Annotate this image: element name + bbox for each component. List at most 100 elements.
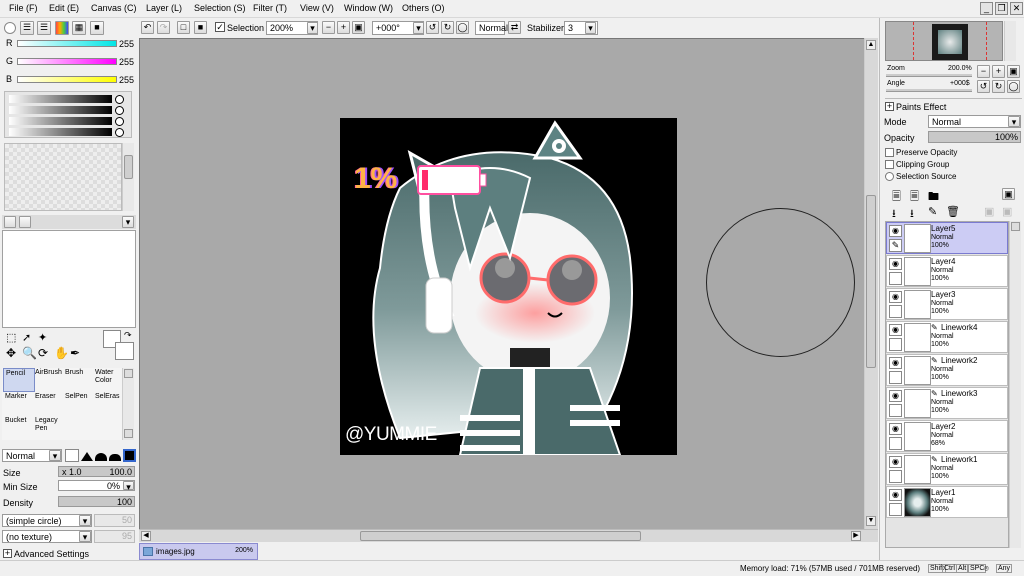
- tool-airbrush[interactable]: AirBrush: [33, 368, 65, 392]
- color-swatches[interactable]: [4, 143, 122, 211]
- redo-icon[interactable]: ↷: [157, 21, 170, 34]
- nav-zoom-in-icon[interactable]: +: [992, 65, 1005, 78]
- chevron-down-icon[interactable]: ▾: [49, 450, 61, 461]
- layer-row[interactable]: ◉ Layer3 Normal 100%: [886, 288, 1008, 320]
- delete-layer-icon[interactable]: 🗑: [946, 205, 960, 218]
- scroll-down-arrow-icon[interactable]: ▼: [866, 516, 876, 526]
- swatches-scrollbar[interactable]: [122, 143, 134, 211]
- toggle-circle-icon[interactable]: [115, 117, 124, 126]
- shape-flat-icon[interactable]: [65, 449, 79, 462]
- scratchpad-icon[interactable]: ■: [90, 21, 104, 35]
- chevron-down-icon[interactable]: ▾: [307, 22, 318, 34]
- tool-watercolor[interactable]: Water Color: [93, 368, 121, 392]
- b-slider[interactable]: [17, 76, 117, 83]
- swatches-icon[interactable]: ▦: [72, 21, 86, 35]
- opacity-bar-1[interactable]: [9, 95, 112, 103]
- layer-lock-checkbox[interactable]: [889, 272, 902, 285]
- layer-row[interactable]: ◉ Layer4 Normal 100%: [886, 255, 1008, 287]
- tool-pencil[interactable]: Pencil: [3, 368, 35, 392]
- canvas-vscrollbar[interactable]: ▲ ▼: [864, 38, 878, 529]
- selection-source-radio[interactable]: [885, 172, 894, 181]
- canvas-hscrollbar[interactable]: ◀ ▶: [139, 529, 878, 542]
- layer-row[interactable]: ◉ Layer2 Normal 68%: [886, 420, 1008, 452]
- hand-icon[interactable]: ✋: [54, 346, 69, 360]
- eye-icon[interactable]: ◉: [889, 324, 902, 336]
- palette-remove-icon[interactable]: [19, 216, 31, 228]
- color-mix-icon[interactable]: [55, 21, 69, 35]
- expand-icon[interactable]: +: [885, 102, 894, 111]
- undo-icon[interactable]: ↶: [141, 21, 154, 34]
- menu-file[interactable]: File (F): [9, 3, 38, 13]
- navigator-scrollbar[interactable]: [1004, 21, 1016, 61]
- layer-lock-checkbox[interactable]: [889, 305, 902, 318]
- tools-scrollbar[interactable]: [122, 368, 134, 440]
- document-tab[interactable]: images.jpg 200%: [139, 543, 258, 560]
- deselect-icon[interactable]: □: [177, 21, 190, 34]
- scroll-right-arrow-icon[interactable]: ▶: [851, 531, 861, 541]
- nav-rotate-left-icon[interactable]: ↺: [977, 80, 990, 93]
- advanced-settings-link[interactable]: Advanced Settings: [14, 549, 89, 559]
- layer-row[interactable]: ◉ ✎ Layer5 Normal 100%: [886, 222, 1008, 254]
- shape-sharp-icon[interactable]: [81, 452, 93, 461]
- menu-edit[interactable]: Edit (E): [49, 3, 79, 13]
- min-size-slider[interactable]: 0% ▾: [58, 480, 135, 492]
- layer-lock-checkbox[interactable]: [889, 338, 902, 351]
- layer-row[interactable]: ✎ ◉ Linework4 Normal 100%: [886, 321, 1008, 353]
- color-wheel-icon[interactable]: [4, 22, 16, 34]
- menu-canvas[interactable]: Canvas (C): [91, 3, 137, 13]
- preserve-opacity-checkbox[interactable]: [885, 148, 894, 157]
- hsv-slider-icon[interactable]: ☰: [37, 21, 51, 35]
- nav-zoom-out-icon[interactable]: −: [977, 65, 990, 78]
- layer-lock-checkbox[interactable]: [889, 503, 902, 516]
- clear-layer-icon[interactable]: ✎: [928, 205, 937, 218]
- eye-icon[interactable]: ◉: [889, 258, 902, 270]
- tool-marker[interactable]: Marker: [3, 392, 35, 416]
- rotate-right-icon[interactable]: ↻: [441, 21, 454, 34]
- layer-opacity-slider[interactable]: 100%: [928, 131, 1021, 143]
- rect-select-icon[interactable]: ⬚: [6, 331, 16, 344]
- lasso-icon[interactable]: ➚: [22, 331, 31, 344]
- scroll-thumb[interactable]: [360, 531, 641, 541]
- layer-lock-checkbox[interactable]: [889, 404, 902, 417]
- tool-selpen[interactable]: SelPen: [63, 392, 95, 416]
- eye-icon[interactable]: ◉: [889, 357, 902, 369]
- density-slider[interactable]: 100: [58, 496, 135, 507]
- scroll-down-arrow-icon[interactable]: [124, 429, 133, 438]
- menu-selection[interactable]: Selection (S): [194, 3, 246, 13]
- eye-icon[interactable]: ◉: [889, 456, 902, 468]
- tool-seleras[interactable]: SelEras: [93, 392, 121, 416]
- eye-icon[interactable]: ◉: [889, 489, 902, 501]
- eye-icon[interactable]: ◉: [889, 390, 902, 402]
- canvas-viewport[interactable]: 1% @YUMMIE: [139, 38, 864, 529]
- zoom-reset-icon[interactable]: ▣: [352, 21, 365, 34]
- nav-angle-slider[interactable]: [886, 89, 972, 92]
- nav-rotate-reset-icon[interactable]: ◯: [1007, 80, 1020, 93]
- shape-round-icon[interactable]: [95, 453, 107, 461]
- size-slider[interactable]: x 1.0 100.0: [58, 466, 135, 477]
- toggle-circle-icon[interactable]: [115, 106, 124, 115]
- layer-settings-icon[interactable]: ▣: [1002, 188, 1015, 200]
- navigator-preview[interactable]: [885, 21, 1003, 61]
- chevron-down-icon[interactable]: ▾: [585, 22, 596, 34]
- nav-fit-icon[interactable]: ▣: [1007, 65, 1020, 78]
- menu-window[interactable]: Window (W): [344, 3, 393, 13]
- scroll-thumb[interactable]: [866, 195, 876, 368]
- layer-lock-checkbox[interactable]: [889, 437, 902, 450]
- menu-filter[interactable]: Filter (T): [253, 3, 287, 13]
- selection-checkbox[interactable]: ✓: [215, 22, 225, 32]
- chevron-down-icon[interactable]: ▾: [1008, 116, 1020, 127]
- layer-lock-checkbox[interactable]: [889, 371, 902, 384]
- rotate-left-icon[interactable]: ↺: [426, 21, 439, 34]
- shape-square-icon[interactable]: [123, 449, 136, 462]
- nav-rotate-right-icon[interactable]: ↻: [992, 80, 1005, 93]
- eye-icon[interactable]: ◉: [889, 423, 902, 435]
- chevron-down-icon[interactable]: ▾: [413, 22, 424, 34]
- scroll-up-arrow-icon[interactable]: ▲: [866, 40, 876, 50]
- palette-add-icon[interactable]: [4, 216, 16, 228]
- opacity-bar-3[interactable]: [9, 117, 112, 125]
- tool-brush[interactable]: Brush: [63, 368, 95, 392]
- nav-zoom-slider[interactable]: [886, 74, 972, 77]
- rotate-reset-icon[interactable]: ◯: [456, 21, 469, 34]
- tool-eraser[interactable]: Eraser: [33, 392, 65, 416]
- zoom-icon[interactable]: 🔍: [22, 346, 37, 360]
